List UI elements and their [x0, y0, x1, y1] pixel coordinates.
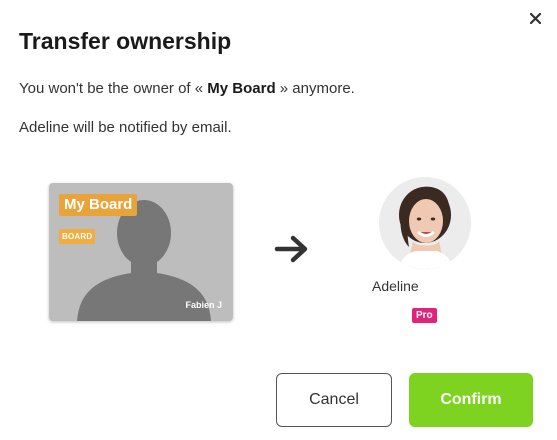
- notification-text: Adeline will be notified by email.: [19, 119, 232, 136]
- cancel-button[interactable]: Cancel: [276, 373, 392, 427]
- avatar: [379, 177, 471, 269]
- dialog-title: Transfer ownership: [19, 28, 232, 54]
- ownership-warning-text: You won't be the owner of « My Board » a…: [19, 80, 355, 97]
- board-name-text: My Board: [207, 80, 276, 97]
- recipient-photo: [379, 177, 471, 269]
- close-button[interactable]: [525, 8, 545, 28]
- transfer-ownership-dialog: Transfer ownership You won't be the owne…: [0, 0, 557, 440]
- message-prefix: You won't be the owner of «: [19, 80, 208, 97]
- board-card: My Board BOARD Fabien J: [49, 183, 233, 321]
- board-name-tag: My Board: [59, 194, 138, 216]
- close-icon: [529, 12, 541, 24]
- confirm-button[interactable]: Confirm: [409, 373, 533, 427]
- recipient-name: Adeline: [372, 278, 419, 294]
- pro-badge: Pro: [412, 308, 437, 323]
- board-type-badge: BOARD: [59, 229, 96, 244]
- message-suffix: » anymore.: [275, 80, 355, 97]
- board-owner-label: Fabien J: [185, 300, 222, 310]
- arrow-right-icon: [274, 235, 308, 263]
